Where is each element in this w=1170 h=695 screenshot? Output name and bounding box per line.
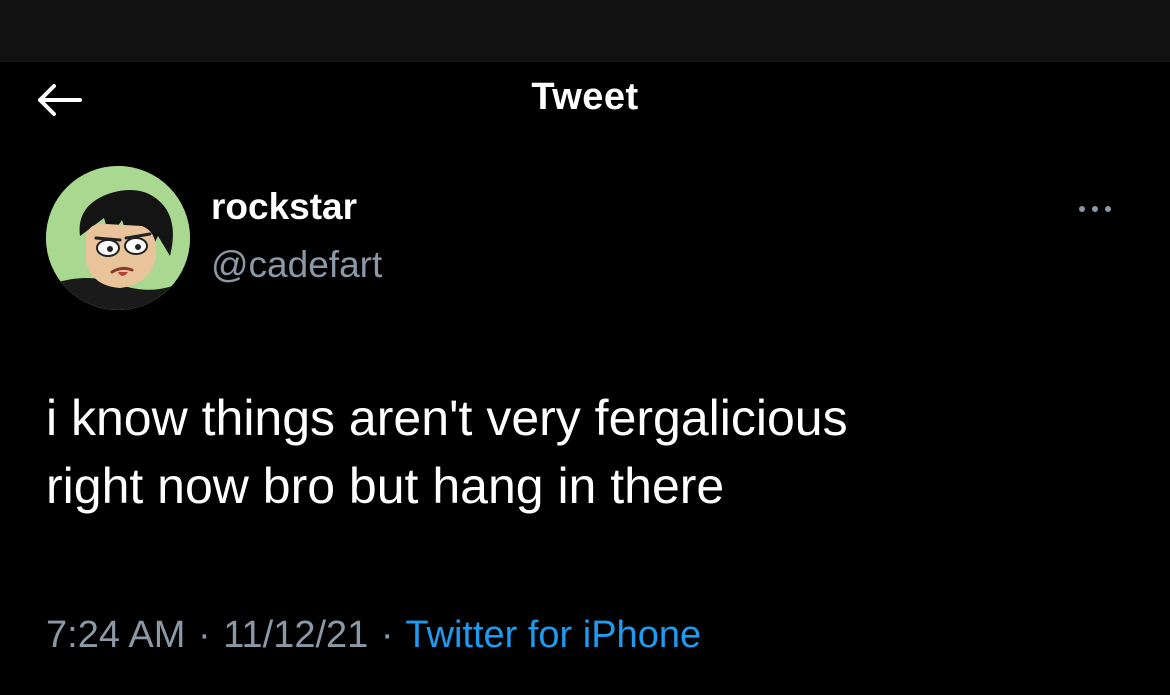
tweet-text-line: right now bro but hang in there	[46, 458, 725, 514]
tweet-date: 11/12/21	[223, 614, 369, 656]
top-nav-bar: Tweet	[0, 62, 1170, 154]
tweet-meta: 7:24 AM · 11/12/21 · Twitter for iPhone	[46, 614, 701, 657]
status-bar	[0, 0, 1170, 62]
meta-separator: ·	[197, 614, 211, 656]
avatar-image	[46, 166, 190, 310]
tweet-text: i know things aren't very fergalicious r…	[46, 384, 1146, 520]
author-handle[interactable]: @cadefart	[211, 244, 382, 286]
tweet-time: 7:24 AM	[46, 614, 186, 656]
avatar[interactable]	[46, 166, 190, 310]
tweet-text-line: i know things aren't very fergalicious	[46, 390, 848, 446]
more-options-button[interactable]	[1068, 196, 1122, 222]
meta-separator: ·	[380, 614, 394, 656]
author-display-name[interactable]: rockstar	[211, 186, 357, 228]
page-title: Tweet	[531, 76, 639, 118]
tweet-source-link[interactable]: Twitter for iPhone	[405, 614, 701, 656]
more-horizontal-icon	[1079, 206, 1111, 212]
